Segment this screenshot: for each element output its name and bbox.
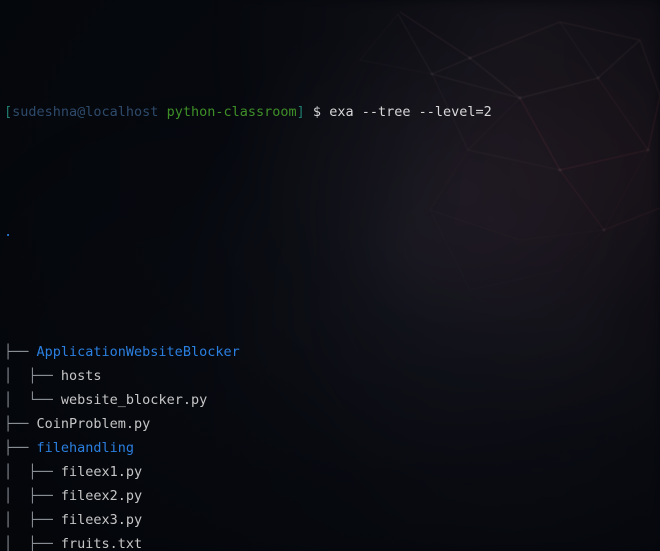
- tree-branch-glyph: │ ├──: [4, 368, 61, 384]
- tree-root-label: .: [4, 224, 13, 240]
- prompt-dollar-sign: $: [312, 104, 322, 120]
- tree-row: │ ├── fileex2.py: [4, 484, 660, 508]
- tree-branch-glyph: │ ├──: [4, 512, 61, 528]
- typed-command: exa --tree --level=2: [329, 104, 492, 120]
- prompt-user-host: sudeshna@localhost: [12, 104, 159, 120]
- tree-row: │ ├── fileex1.py: [4, 460, 660, 484]
- tree-row: │ ├── hosts: [4, 364, 660, 388]
- tree-row: │ └── website_blocker.py: [4, 388, 660, 412]
- tree-file-name[interactable]: fruits.txt: [61, 536, 142, 551]
- terminal-screen[interactable]: [sudeshna@localhost python-classroom] $ …: [0, 0, 660, 551]
- tree-file-name[interactable]: fileex3.py: [61, 512, 142, 528]
- tree-file-name[interactable]: hosts: [61, 368, 102, 384]
- tree-branch-glyph: ├──: [4, 440, 37, 456]
- prompt-line-top: [sudeshna@localhost python-classroom] $ …: [4, 100, 660, 124]
- tree-branch-glyph: │ ├──: [4, 536, 61, 551]
- tree-row: │ ├── fruits.txt: [4, 532, 660, 551]
- tree-row: ├── filehandling: [4, 436, 660, 460]
- tree-branch-glyph: │ ├──: [4, 488, 61, 504]
- prompt-open-bracket: [: [4, 104, 13, 120]
- tree-row: ├── CoinProblem.py: [4, 412, 660, 436]
- tree-file-name[interactable]: CoinProblem.py: [37, 416, 151, 432]
- tree-branch-glyph: ├──: [4, 344, 37, 360]
- terminal-window[interactable]: [sudeshna@localhost python-classroom] $ …: [0, 0, 660, 551]
- tree-file-name[interactable]: website_blocker.py: [61, 392, 207, 408]
- tree-file-name[interactable]: fileex2.py: [61, 488, 142, 504]
- tree-branch-glyph: │ └──: [4, 392, 61, 408]
- tree-directory-name[interactable]: ApplicationWebsiteBlocker: [37, 344, 240, 360]
- tree-row: ├── ApplicationWebsiteBlocker: [4, 340, 660, 364]
- tree-branch-glyph: ├──: [4, 416, 37, 432]
- tree-root: .: [4, 220, 660, 244]
- tree-directory-name[interactable]: filehandling: [37, 440, 135, 456]
- tree-branch-glyph: │ ├──: [4, 464, 61, 480]
- tree-file-name[interactable]: fileex1.py: [61, 464, 142, 480]
- tree-row: │ ├── fileex3.py: [4, 508, 660, 532]
- prompt-close-bracket: ]: [296, 104, 305, 120]
- prompt-cwd: python-classroom: [166, 104, 297, 120]
- tree-listing[interactable]: ├── ApplicationWebsiteBlocker │ ├── hosts…: [4, 340, 660, 551]
